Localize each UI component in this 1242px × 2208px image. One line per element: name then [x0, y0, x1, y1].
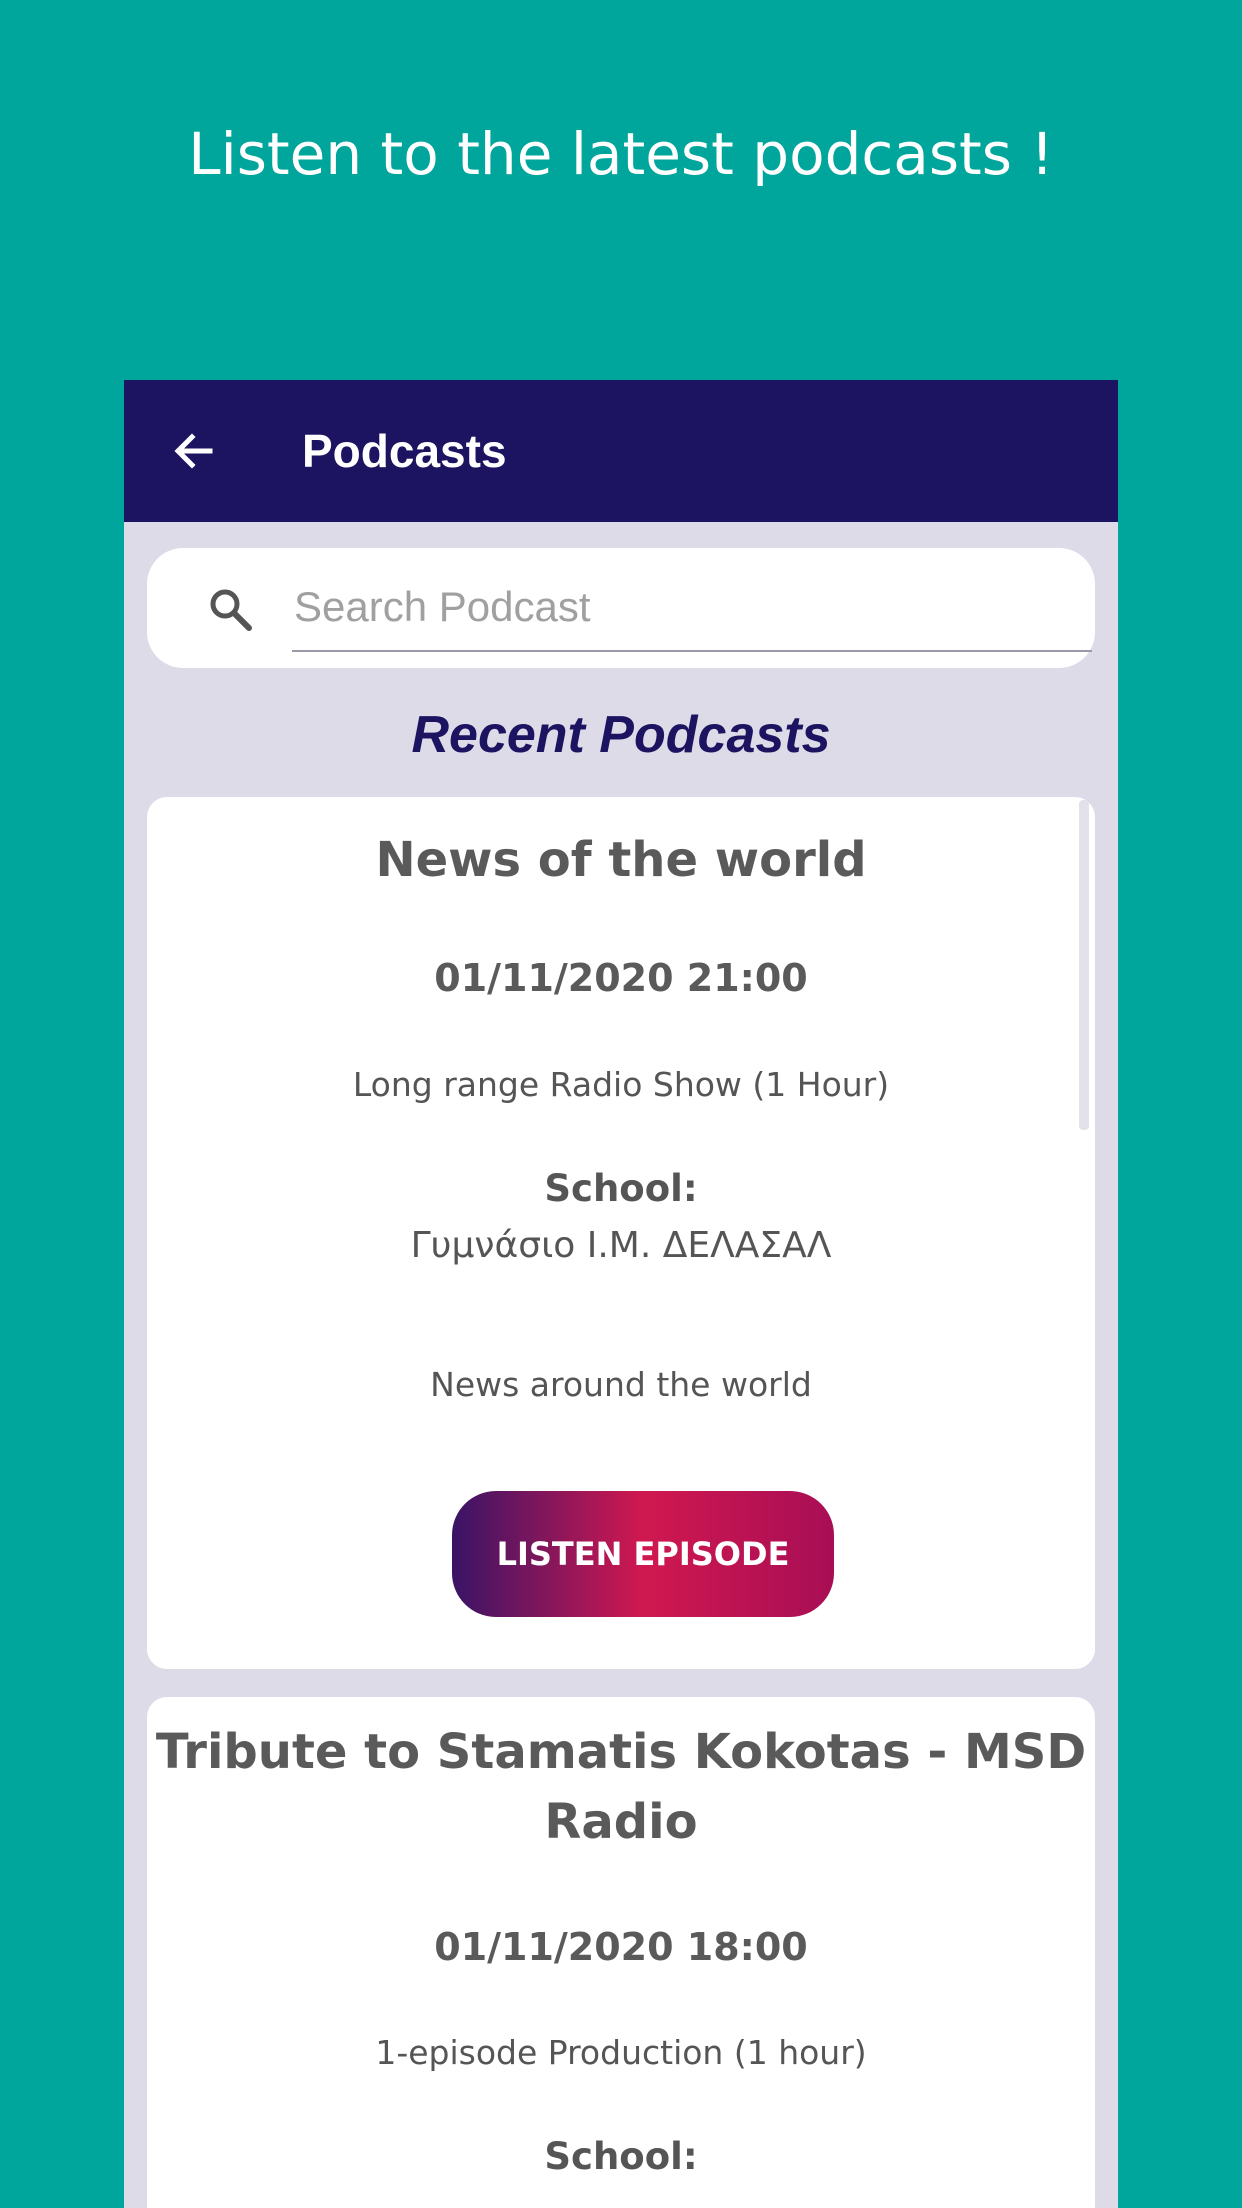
school-label: School:: [544, 2135, 698, 2178]
arrow-left-icon[interactable]: [170, 427, 218, 475]
phone-screen: Podcasts Recent Podcasts News of the wor…: [124, 380, 1118, 2208]
section-title: Recent Podcasts: [411, 706, 831, 764]
podcast-card: News of the world 01/11/2020 21:00 Long …: [147, 797, 1095, 1669]
search-icon: [205, 584, 255, 634]
podcast-description: News around the world: [430, 1365, 812, 1404]
listen-episode-button[interactable]: LISTEN EPISODE: [452, 1491, 834, 1617]
scrollbar-thumb[interactable]: [1079, 800, 1089, 1130]
search-input[interactable]: [292, 564, 1092, 652]
podcast-type: Long range Radio Show (1 Hour): [352, 1065, 890, 1104]
podcast-title-line-1: Tribute to Stamatis Kokotas - MSD: [155, 1724, 1087, 1780]
search-bar: [147, 548, 1095, 668]
podcast-type: 1-episode Production (1 hour): [375, 2033, 867, 2072]
podcast-card: Tribute to Stamatis Kokotas - MSD Radio …: [147, 1697, 1095, 2208]
school-label: School:: [544, 1167, 698, 1210]
podcast-title: News of the world: [375, 832, 867, 888]
promo-caption: Listen to the latest podcasts !: [188, 120, 1054, 188]
podcast-date: 01/11/2020 21:00: [434, 956, 808, 1000]
page-title: Podcasts: [302, 425, 507, 477]
podcast-date: 01/11/2020 18:00: [434, 1925, 808, 1969]
school-name: Γυμνάσιο Ι.Μ. ΔΕΛΑΣΑΛ: [410, 1225, 832, 1266]
app-bar: Podcasts: [124, 380, 1118, 522]
podcast-title-line-2: Radio: [544, 1794, 698, 1850]
